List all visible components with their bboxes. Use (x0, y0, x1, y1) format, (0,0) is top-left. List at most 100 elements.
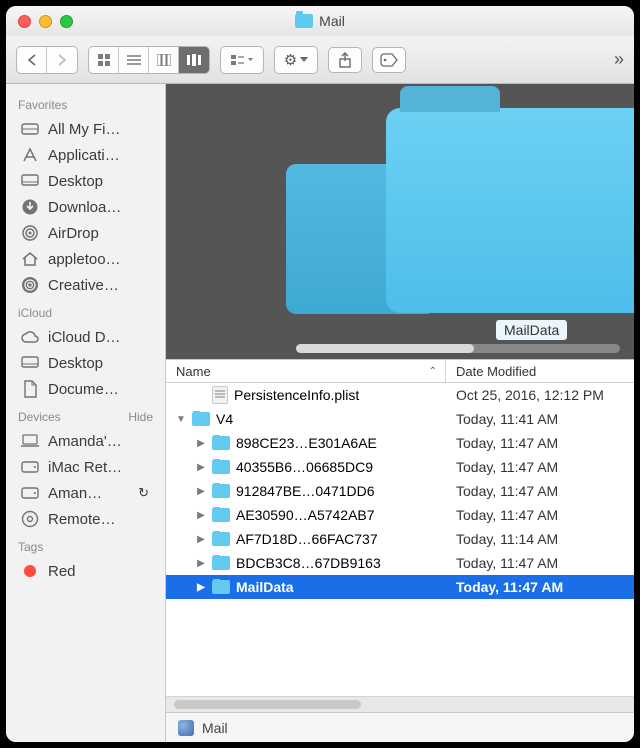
toolbar: ⚙︎ » (6, 36, 634, 84)
sidebar-item[interactable]: Applicati… (6, 142, 165, 168)
file-date: Today, 11:47 AM (446, 507, 634, 523)
date-column-label: Date Modified (456, 364, 536, 379)
sidebar-item[interactable]: All My Fi… (6, 116, 165, 142)
disclosure-triangle-icon[interactable]: ▶ (196, 486, 206, 497)
sidebar-section-title: Favorites (18, 98, 67, 112)
sidebar-item-label: Docume… (48, 381, 119, 398)
sidebar-item[interactable]: Docume… (6, 376, 165, 402)
tags-button[interactable] (372, 47, 406, 73)
sidebar-section-title: Tags (18, 540, 43, 554)
disclosure-triangle-icon[interactable]: ▶ (196, 510, 206, 521)
remote-icon (20, 510, 40, 528)
laptop-icon (20, 432, 40, 450)
file-date: Today, 11:47 AM (446, 555, 634, 571)
sidebar-item-label: iCloud D… (48, 329, 121, 346)
sidebar-item[interactable]: AirDrop (6, 220, 165, 246)
sidebar-item-label: Downloa… (48, 199, 121, 216)
file-row[interactable]: ▶898CE23…E301A6AEToday, 11:47 AM (166, 431, 634, 455)
file-name: AE30590…A5742AB7 (236, 507, 375, 523)
coverflow-view-button[interactable] (179, 47, 209, 73)
name-column-label: Name (176, 364, 211, 379)
file-row[interactable]: ▶40355B6…06685DC9Today, 11:47 AM (166, 455, 634, 479)
disclosure-triangle-icon[interactable]: ▼ (176, 414, 186, 425)
file-list-scrollbar[interactable] (166, 696, 634, 712)
file-name: AF7D18D…66FAC737 (236, 531, 378, 547)
sidebar-item[interactable]: Remote… (6, 506, 165, 532)
date-column-header[interactable]: Date Modified (446, 360, 634, 382)
folder-icon (212, 484, 230, 498)
column-headers: Name ⌃ Date Modified (166, 359, 634, 383)
file-row[interactable]: PersistenceInfo.plist Oct 25, 2016, 12:12… (166, 383, 634, 407)
list-view-button[interactable] (119, 47, 149, 73)
action-button[interactable]: ⚙︎ (275, 47, 317, 73)
desktop-icon (20, 172, 40, 190)
sidebar-section-hide-button[interactable]: Hide (128, 410, 153, 424)
forward-button[interactable] (47, 47, 77, 73)
sync-icon: ↻ (138, 485, 155, 501)
file-row[interactable]: ▶BDCB3C8…67DB9163Today, 11:47 AM (166, 551, 634, 575)
cc-icon (20, 276, 40, 294)
folder-icon (212, 556, 230, 570)
arrange-button[interactable] (221, 47, 263, 73)
file-date: Today, 11:47 AM (446, 435, 634, 451)
sidebar-item[interactable]: iMac Ret… (6, 454, 165, 480)
docs-icon (20, 380, 40, 398)
sidebar-item[interactable]: Desktop (6, 168, 165, 194)
icon-view-button[interactable] (89, 47, 119, 73)
file-date: Oct 25, 2016, 12:12 PM (446, 387, 634, 403)
sidebar-item-label: Amanda'… (48, 433, 122, 450)
file-date: Today, 11:41 AM (446, 411, 634, 427)
folder-icon (212, 532, 230, 546)
coverflow-folder-front (386, 108, 634, 313)
folder-icon (192, 412, 210, 426)
file-date: Today, 11:14 AM (446, 531, 634, 547)
file-row[interactable]: ▶912847BE…0471DD6Today, 11:47 AM (166, 479, 634, 503)
file-name: 912847BE…0471DD6 (236, 483, 375, 499)
airdrop-icon (20, 224, 40, 242)
file-list: PersistenceInfo.plist Oct 25, 2016, 12:12… (166, 383, 634, 696)
desktop-icon (20, 354, 40, 372)
sidebar-item-label: Red (48, 563, 76, 580)
toolbar-overflow-button[interactable]: » (614, 49, 624, 70)
disclosure-triangle-icon[interactable]: ▶ (196, 582, 206, 593)
file-row[interactable]: ▶ AF7D18D…66FAC737 Today, 11:14 AM (166, 527, 634, 551)
sidebar-item[interactable]: Aman…↻ (6, 480, 165, 506)
folder-icon (212, 436, 230, 450)
disclosure-triangle-icon[interactable]: ▶ (196, 534, 206, 545)
sidebar-item[interactable]: Amanda'… (6, 428, 165, 454)
column-view-button[interactable] (149, 47, 179, 73)
sidebar-item[interactable]: Downloa… (6, 194, 165, 220)
action-segment: ⚙︎ (274, 46, 318, 74)
share-button[interactable] (328, 47, 362, 73)
folder-icon (212, 580, 230, 594)
path-bar[interactable]: Mail (166, 712, 634, 742)
file-row[interactable]: ▶ AE30590…A5742AB7 Today, 11:47 AM (166, 503, 634, 527)
sidebar-item[interactable]: iCloud D… (6, 324, 165, 350)
tagred-icon (20, 562, 40, 580)
disclosure-triangle-icon[interactable]: ▶ (196, 558, 206, 569)
name-column-header[interactable]: Name ⌃ (166, 360, 446, 382)
file-row[interactable]: ▶MailDataToday, 11:47 AM (166, 575, 634, 599)
sidebar-item[interactable]: appletoo… (6, 246, 165, 272)
disclosure-triangle-icon[interactable]: ▶ (196, 438, 206, 449)
sidebar-item[interactable]: Red (6, 558, 165, 584)
sidebar-item-label: appletoo… (48, 251, 121, 268)
file-name: 40355B6…06685DC9 (236, 459, 373, 475)
disclosure-triangle-icon[interactable]: ▶ (196, 462, 206, 473)
coverflow-scrollbar[interactable] (296, 344, 620, 353)
sidebar-item-label: Desktop (48, 355, 103, 372)
file-name: PersistenceInfo.plist (234, 387, 359, 403)
sidebar-item-label: Creative… (48, 277, 119, 294)
file-row[interactable]: ▼V4Today, 11:41 AM (166, 407, 634, 431)
coverflow-area[interactable]: MailData (166, 84, 634, 359)
sidebar-item-label: AirDrop (48, 225, 99, 242)
sidebar-item-label: Applicati… (48, 147, 120, 164)
titlebar: Mail (6, 6, 634, 36)
mail-app-icon (178, 720, 194, 736)
path-bar-label: Mail (202, 720, 228, 736)
back-button[interactable] (17, 47, 47, 73)
sidebar-item[interactable]: Desktop (6, 350, 165, 376)
file-date: Today, 11:47 AM (446, 579, 634, 595)
sidebar-item[interactable]: Creative… (6, 272, 165, 298)
cloud-icon (20, 328, 40, 346)
